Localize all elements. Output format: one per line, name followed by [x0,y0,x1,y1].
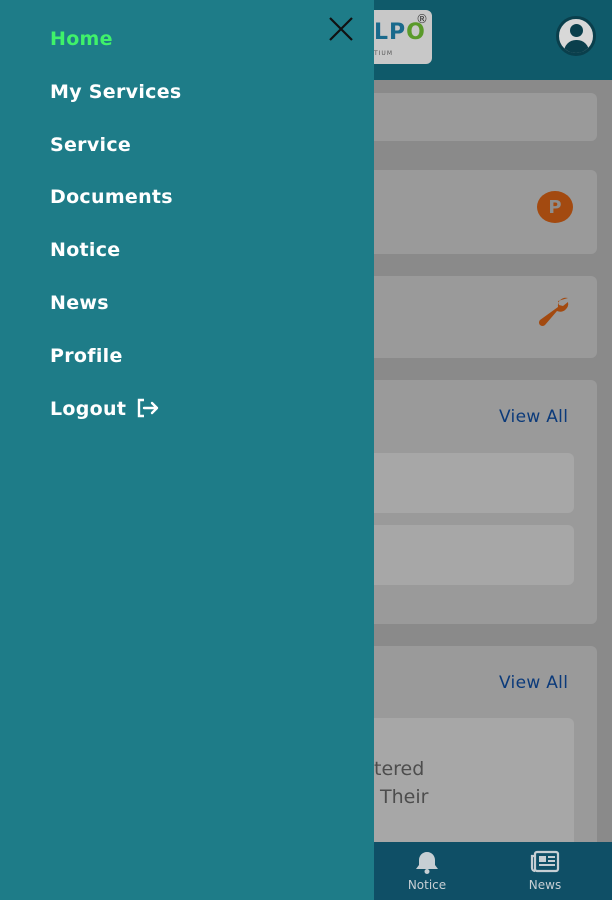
drawer-item-home[interactable]: Home [50,28,113,50]
bottom-nav-news[interactable]: News [510,850,580,892]
bottom-nav-notice[interactable]: Notice [392,850,462,892]
drawer-item-news[interactable]: News [50,292,109,314]
view-all-notices-link[interactable]: View All [499,673,568,693]
bell-icon [416,852,438,874]
document-list-item[interactable] [360,525,574,585]
drawer-item-documents[interactable]: Documents [50,186,173,208]
bottom-nav-label: News [528,878,562,892]
navigation-drawer: Home My Services Service Documents Notic… [0,0,374,900]
avatar-body [564,40,589,53]
profile-avatar-button[interactable] [556,16,596,56]
bottom-nav-label: Notice [407,878,447,892]
parking-icon: P [537,191,573,223]
wrench-icon [538,297,569,327]
logo-subtitle: TIUM [374,50,394,57]
close-icon[interactable] [326,14,356,44]
search-card[interactable] [360,93,597,141]
logout-icon [137,398,159,418]
drawer-item-notice[interactable]: Notice [50,239,121,261]
drawer-item-my-services[interactable]: My Services [50,81,182,103]
avatar-head [570,24,583,37]
drawer-item-logout-label: Logout [50,398,127,420]
newspaper-icon [530,850,560,873]
logo-registered-mark: ® [416,12,428,26]
drawer-item-service[interactable]: Service [50,134,131,156]
drawer-item-logout[interactable]: Logout [50,398,160,420]
drawer-item-profile[interactable]: Profile [50,345,123,367]
document-list-item[interactable] [360,453,574,513]
view-all-documents-link[interactable]: View All [499,407,568,427]
